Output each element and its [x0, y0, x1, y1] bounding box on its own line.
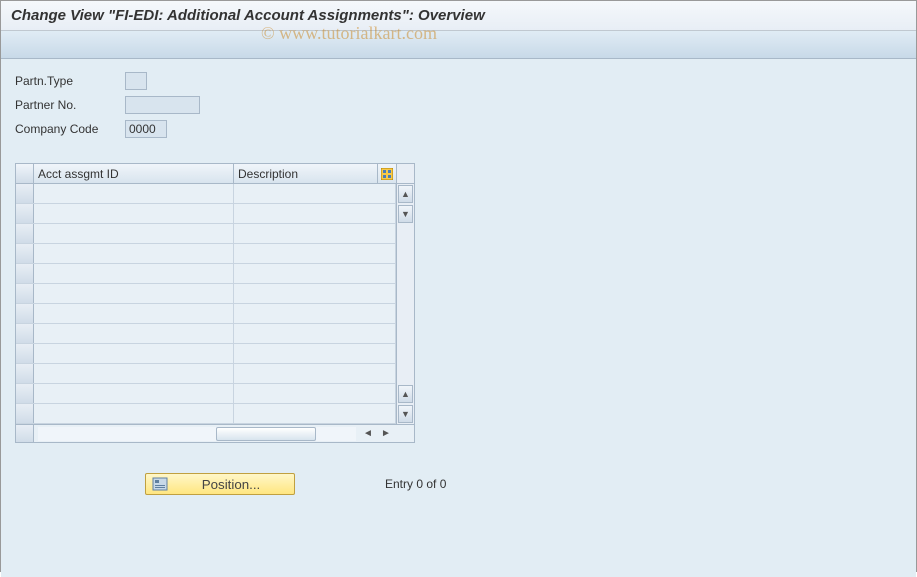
form-row-company-code: Company Code 0000: [15, 119, 902, 139]
table-row[interactable]: [16, 304, 396, 324]
label-partner-no: Partner No.: [15, 98, 125, 112]
scroll-up-button[interactable]: ▲: [398, 185, 413, 203]
table-row[interactable]: [16, 384, 396, 404]
cell-desc[interactable]: [234, 244, 396, 263]
cell-desc[interactable]: [234, 364, 396, 383]
table-row[interactable]: [16, 184, 396, 204]
cell-id[interactable]: [34, 384, 234, 403]
content-area: Partn.Type Partner No. Company Code 0000…: [1, 59, 916, 577]
horizontal-scrollbar[interactable]: ◄ ►: [16, 424, 414, 442]
row-selector[interactable]: [16, 264, 34, 283]
label-company-code: Company Code: [15, 122, 125, 136]
cell-desc[interactable]: [234, 224, 396, 243]
table-row[interactable]: [16, 364, 396, 384]
table-row[interactable]: [16, 204, 396, 224]
scroll-down-button[interactable]: ▼: [398, 205, 413, 223]
assignments-table: Acct assgmt ID Description: [15, 163, 415, 443]
position-icon: [152, 477, 168, 491]
row-selector[interactable]: [16, 384, 34, 403]
cell-id[interactable]: [34, 304, 234, 323]
cell-desc[interactable]: [234, 384, 396, 403]
form-row-partn-type: Partn.Type: [15, 71, 902, 91]
footer: Position... Entry 0 of 0: [15, 473, 902, 495]
scroll-right-button[interactable]: ►: [378, 427, 394, 441]
column-header-description[interactable]: Description: [234, 164, 378, 183]
table-config-icon: [381, 168, 393, 180]
table-row[interactable]: [16, 324, 396, 344]
toolbar: [1, 31, 916, 59]
hscroll-track[interactable]: [38, 427, 356, 441]
row-selector[interactable]: [16, 404, 34, 423]
cell-id[interactable]: [34, 224, 234, 243]
cell-id[interactable]: [34, 404, 234, 423]
row-selector[interactable]: [16, 244, 34, 263]
table-row[interactable]: [16, 344, 396, 364]
cell-desc[interactable]: [234, 404, 396, 423]
input-partner-no[interactable]: [125, 96, 200, 114]
scroll-up-button-bottom[interactable]: ▲: [398, 385, 413, 403]
row-selector[interactable]: [16, 204, 34, 223]
table-row[interactable]: [16, 244, 396, 264]
column-header-acct-assgmt-id[interactable]: Acct assgmt ID: [34, 164, 234, 183]
row-selector[interactable]: [16, 344, 34, 363]
cell-id[interactable]: [34, 344, 234, 363]
hscroll-thumb[interactable]: [216, 427, 316, 441]
row-selector[interactable]: [16, 304, 34, 323]
input-company-code[interactable]: 0000: [125, 120, 167, 138]
table-configure-button[interactable]: [378, 164, 396, 183]
position-button-label: Position...: [174, 477, 288, 492]
label-partn-type: Partn.Type: [15, 74, 125, 88]
cell-id[interactable]: [34, 364, 234, 383]
page-title: Change View "FI-EDI: Additional Account …: [1, 1, 916, 31]
cell-desc[interactable]: [234, 264, 396, 283]
cell-id[interactable]: [34, 244, 234, 263]
row-selector[interactable]: [16, 284, 34, 303]
scroll-down-button-bottom[interactable]: ▼: [398, 405, 413, 423]
select-all-handle[interactable]: [16, 164, 34, 183]
cell-id[interactable]: [34, 264, 234, 283]
position-button[interactable]: Position...: [145, 473, 295, 495]
cell-desc[interactable]: [234, 284, 396, 303]
row-selector[interactable]: [16, 324, 34, 343]
table-header: Acct assgmt ID Description: [16, 164, 396, 184]
cell-desc[interactable]: [234, 204, 396, 223]
cell-desc[interactable]: [234, 304, 396, 323]
row-selector[interactable]: [16, 224, 34, 243]
table-row[interactable]: [16, 404, 396, 424]
input-partn-type[interactable]: [125, 72, 147, 90]
row-selector[interactable]: [16, 364, 34, 383]
cell-id[interactable]: [34, 184, 234, 203]
cell-desc[interactable]: [234, 324, 396, 343]
scroll-left-button[interactable]: ◄: [360, 427, 376, 441]
entry-count-text: Entry 0 of 0: [385, 477, 446, 491]
vscroll-track[interactable]: [397, 224, 414, 384]
table-row[interactable]: [16, 264, 396, 284]
cell-id[interactable]: [34, 284, 234, 303]
cell-id[interactable]: [34, 324, 234, 343]
cell-desc[interactable]: [234, 344, 396, 363]
table-row[interactable]: [16, 224, 396, 244]
row-selector[interactable]: [16, 184, 34, 203]
vertical-scrollbar[interactable]: ▲ ▼ ▲ ▼: [396, 164, 414, 424]
cell-id[interactable]: [34, 204, 234, 223]
table-row[interactable]: [16, 284, 396, 304]
cell-desc[interactable]: [234, 184, 396, 203]
form-row-partner-no: Partner No.: [15, 95, 902, 115]
